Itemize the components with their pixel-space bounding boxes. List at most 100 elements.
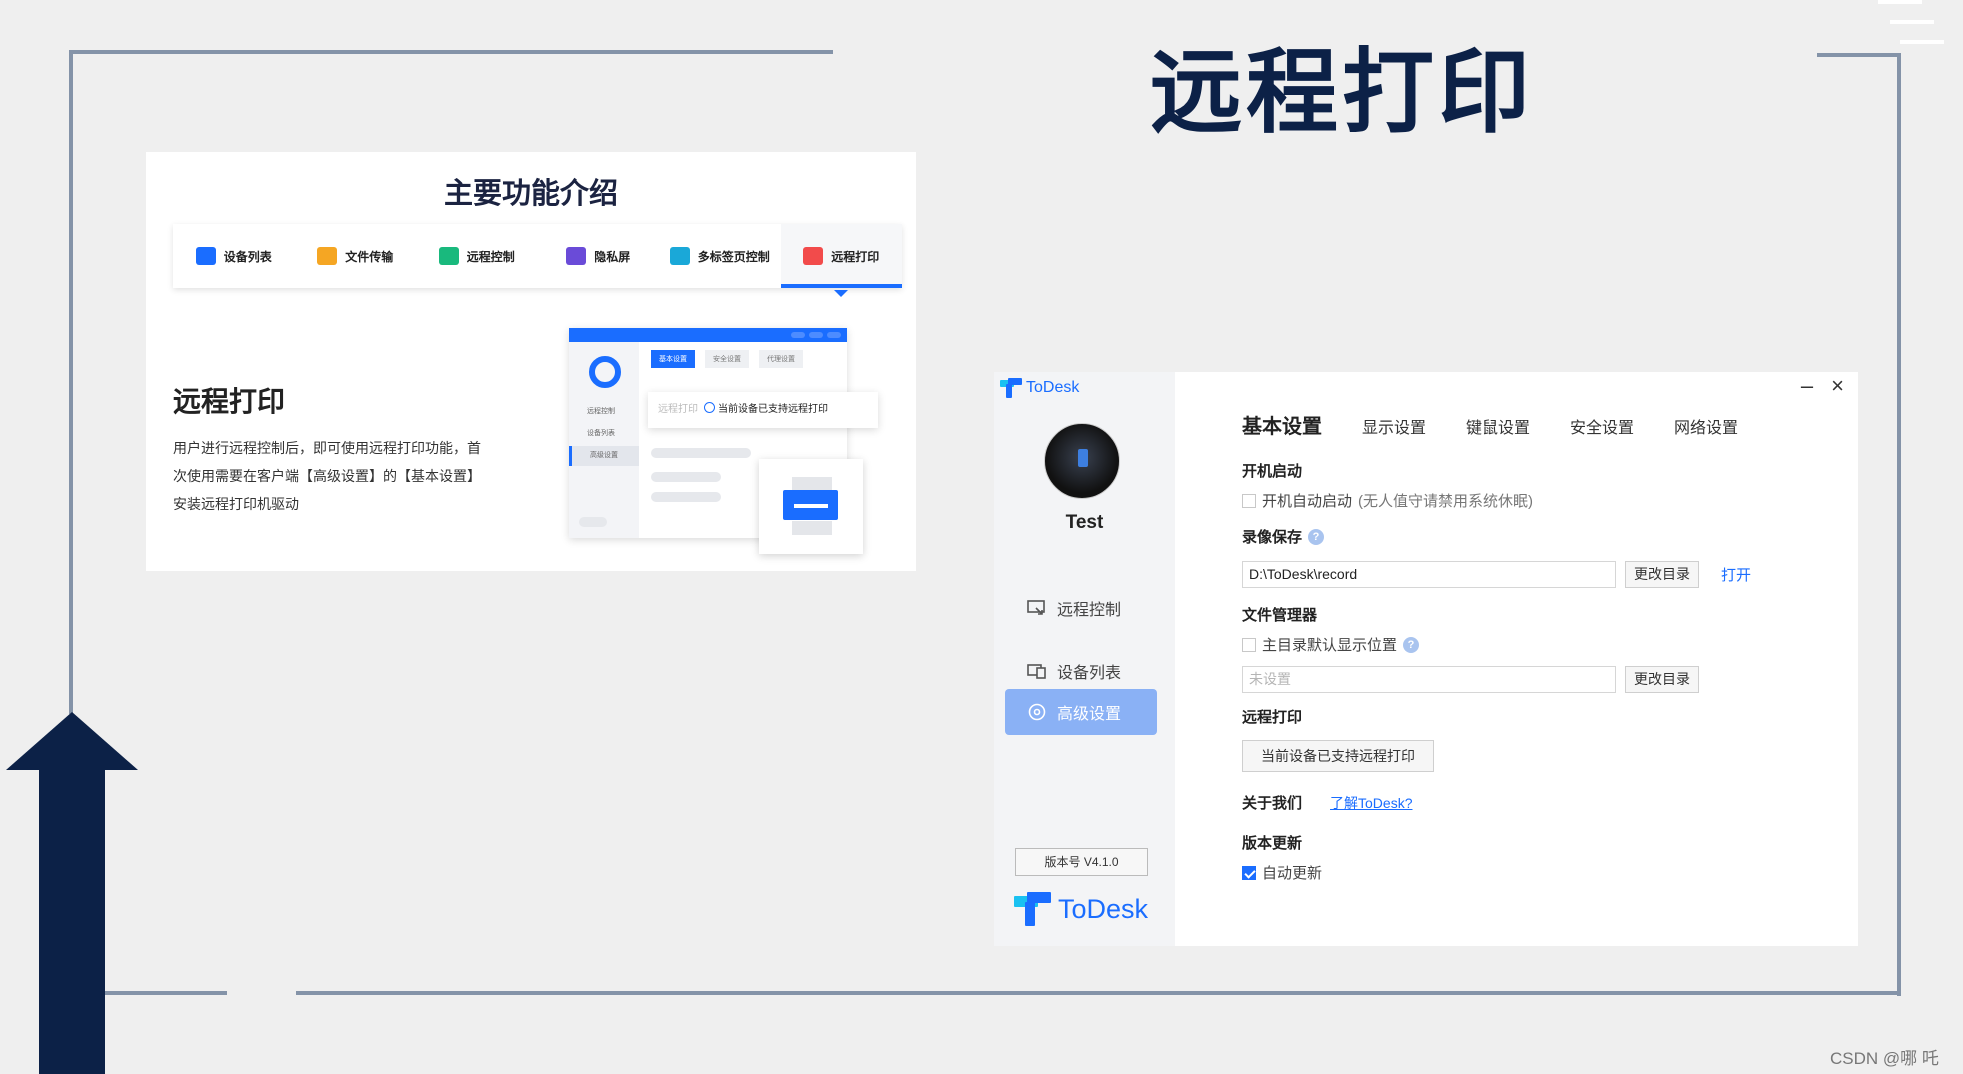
recording-header: 录像保存 ? [1242, 526, 1325, 547]
todesk-logo-icon [1014, 892, 1052, 926]
recording-open-link[interactable]: 打开 [1721, 564, 1751, 585]
minimize-button[interactable]: – [1801, 375, 1813, 397]
remote-control-icon [438, 247, 459, 265]
tab-keyboard-mouse-settings[interactable]: 键鼠设置 [1466, 414, 1530, 438]
tab-remote-control[interactable]: 远程控制 [416, 224, 538, 288]
todesk-sidebar: ToDesk Test 远程控制 设备列表 高级设置 版本号 V4.1.0 To… [994, 372, 1175, 946]
section-about: 关于我们 [1242, 795, 1303, 812]
username: Test [1065, 512, 1104, 533]
file-manager-row: 主目录默认显示位置 ? [1242, 634, 1420, 655]
tab-label: 文件传输 [345, 249, 394, 264]
mockup-sidebar: 远程控制 设备列表 高级设置 [569, 342, 639, 538]
recording-change-dir-button[interactable]: 更改目录 [1625, 561, 1699, 588]
nav-label: 高级设置 [1057, 706, 1122, 723]
tab-basic-settings[interactable]: 基本设置 [1242, 410, 1322, 439]
nav-remote-control[interactable]: 远程控制 [1005, 585, 1157, 631]
file-manager-checkbox[interactable] [1242, 637, 1256, 652]
corner-stripe [1878, 0, 1922, 4]
printer-icon-top [792, 477, 832, 491]
section-startup: 开机启动 [1242, 463, 1303, 480]
mockup-side-item: 设备列表 [587, 430, 615, 437]
tab-multi-tab[interactable]: 多标签页控制 [659, 224, 781, 288]
nav-label: 设备列表 [1057, 665, 1122, 682]
section-recording: 录像保存 [1242, 529, 1303, 546]
tab-label: 远程打印 [831, 249, 880, 264]
tab-label: 多标签页控制 [697, 249, 770, 264]
monitor-remote-icon [1027, 598, 1047, 618]
up-arrow-shaft [39, 768, 105, 1074]
recording-path-input[interactable]: D:\ToDesk\record [1242, 561, 1616, 588]
auto-update-label: 自动更新 [1262, 865, 1323, 882]
frame-top-right [1817, 53, 1901, 57]
tab-label: 设备列表 [223, 249, 272, 264]
nav-device-list[interactable]: 设备列表 [1005, 648, 1157, 694]
printer-card [759, 459, 863, 554]
todesk-window: ToDesk Test 远程控制 设备列表 高级设置 版本号 V4.1.0 To… [994, 372, 1858, 946]
mockup-tab: 基本设置 [651, 350, 695, 368]
auto-update-row: 自动更新 [1242, 862, 1322, 883]
auto-update-checkbox[interactable] [1242, 865, 1256, 880]
remote-print-status-button[interactable]: 当前设备已支持远程打印 [1242, 740, 1434, 772]
feature-intro-card: 主要功能介绍 设备列表 文件传输 远程控制 隐私屏 多标签页控制 远程打印 远程… [146, 152, 916, 571]
up-arrow-icon [6, 712, 138, 770]
mockup-placeholder-line [651, 472, 721, 482]
close-button[interactable]: × [1831, 375, 1844, 397]
todesk-logo-small: ToDesk [1000, 378, 1079, 398]
learn-todesk-link[interactable]: 了解ToDesk? [1330, 793, 1412, 813]
frame-top-left [69, 50, 833, 54]
intro-heading: 主要功能介绍 [443, 176, 618, 210]
frame-bottom-left [105, 991, 227, 995]
mockup-tabs: 基本设置 安全设置 代理设置 [651, 350, 803, 368]
tab-label: 隐私屏 [594, 249, 631, 264]
check-circle-icon [704, 402, 715, 413]
tab-privacy-screen[interactable]: 隐私屏 [538, 224, 660, 288]
feature-tabs: 设备列表 文件传输 远程控制 隐私屏 多标签页控制 远程打印 [173, 224, 902, 297]
watermark: CSDN @哪 吒 [1830, 1049, 1939, 1068]
help-icon[interactable]: ? [1403, 636, 1420, 653]
intro-description: 用户进行远程控制后，即可使用远程打印功能，首次使用需要在客户端【高级设置】的【基… [173, 440, 481, 512]
file-manager-change-dir-button[interactable]: 更改目录 [1625, 666, 1699, 693]
mockup-tab: 安全设置 [705, 350, 749, 368]
startup-checkbox[interactable] [1242, 493, 1256, 508]
user-avatar[interactable] [1044, 423, 1120, 499]
tab-network-settings[interactable]: 网络设置 [1674, 414, 1738, 438]
slide-title: 远程打印 [1150, 39, 1535, 146]
intro-subtitle: 远程打印 [173, 385, 286, 418]
multi-tab-icon [669, 247, 690, 265]
frame-right [1897, 53, 1901, 996]
file-manager-path-input[interactable]: 未设置 [1242, 666, 1616, 693]
nav-label: 远程控制 [1057, 602, 1122, 619]
folder-icon [317, 247, 338, 265]
frame-left [69, 50, 73, 714]
corner-stripe [1900, 40, 1944, 44]
mockup-status-popup: 远程打印 当前设备已支持远程打印 [648, 392, 878, 428]
section-remote-print: 远程打印 [1242, 709, 1303, 726]
tab-remote-print[interactable]: 远程打印 [780, 224, 902, 297]
todesk-logo-large: ToDesk [1014, 892, 1148, 926]
tab-security-settings[interactable]: 安全设置 [1570, 414, 1634, 438]
section-update: 版本更新 [1242, 835, 1303, 852]
startup-label: 开机自动启动 [1262, 493, 1353, 510]
avatar-icon [589, 356, 621, 388]
tab-file-transfer[interactable]: 文件传输 [295, 224, 417, 288]
about-row: 关于我们 了解ToDesk? [1242, 792, 1412, 813]
section-file-manager: 文件管理器 [1242, 607, 1318, 624]
nav-advanced-settings[interactable]: 高级设置 [1005, 689, 1157, 735]
tab-device-list[interactable]: 设备列表 [173, 224, 295, 288]
startup-hint: (无人值守请禁用系统休眠) [1358, 493, 1534, 510]
tab-label: 远程控制 [466, 249, 515, 264]
device-list-icon [195, 247, 216, 265]
version-badge: 版本号 V4.1.0 [1015, 848, 1148, 876]
mockup-status-text: 当前设备已支持远程打印 [718, 404, 828, 415]
mockup-tab: 代理设置 [759, 350, 803, 368]
startup-row: 开机自动启动 (无人值守请禁用系统休眠) [1242, 490, 1533, 511]
printer-icon [803, 247, 824, 265]
printer-icon-slot [794, 504, 828, 508]
tab-display-settings[interactable]: 显示设置 [1362, 414, 1426, 438]
mockup-titlebar [569, 328, 847, 342]
devices-icon [1027, 661, 1047, 681]
todesk-logo-icon [1000, 378, 1022, 398]
mockup-muted-label: 远程打印 [658, 404, 698, 415]
file-manager-label: 主目录默认显示位置 [1262, 637, 1398, 654]
help-icon[interactable]: ? [1308, 528, 1325, 545]
